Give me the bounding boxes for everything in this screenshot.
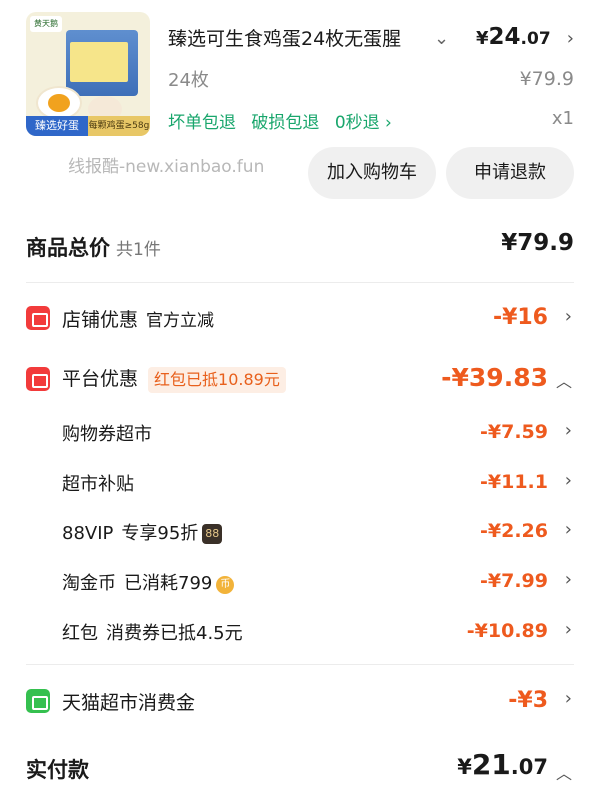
chevron-right-icon[interactable]: › [565,470,572,491]
thumb-tag-left: 臻选好蛋 [26,116,88,136]
goods-count: 共1件 [116,240,161,260]
chevron-right-icon[interactable]: › [565,519,572,540]
tmall-credit-amount[interactable]: -¥3 [508,688,548,713]
platform-discount-label: 平台优惠 红包已抵10.89元 [62,364,286,393]
watermark: 线报酷-new.xianbao.fun [68,157,265,177]
shop-discount-title: 店铺优惠 [62,309,139,331]
vip-88-icon: 88 [202,524,223,544]
price-decimal: .07 [520,29,551,49]
shopping-voucher-title: 购物券 [62,424,116,445]
supermarket-subsidy-title: 超市补贴 [62,474,134,495]
price-currency: ¥ [476,28,489,49]
red-packet-label: 红包 消费券已抵4.5元 [62,619,243,645]
chevron-up-icon[interactable]: ︿ [556,368,572,392]
paid-label: 实付款 [26,758,89,782]
chevron-right-icon[interactable]: › [565,306,572,327]
paid-decimal: .07 [510,755,548,779]
shop-discount-amount[interactable]: -¥16 [493,305,548,330]
chevron-right-icon[interactable]: › [565,569,572,590]
taobao-coin-amount[interactable]: -¥7.99 [480,570,548,592]
brand-logo: 黄天鹅 [30,16,62,32]
service-perks[interactable]: 坏单包退 破损包退 0秒退 › [168,108,402,133]
product-price: ¥24.07 [476,24,551,50]
chevron-down-icon[interactable]: ⌄ [434,28,449,49]
goods-total-title: 商品总价 [26,236,110,260]
original-price: ¥79.9 [519,68,574,90]
chevron-up-icon[interactable]: ︿ [556,760,572,784]
vip-discount-title: 88VIP [62,523,114,544]
shop-discount-label: 店铺优惠 官方立减 [62,305,214,332]
price-integer: 24 [488,24,521,50]
product-spec: 24枚 [168,70,209,91]
paid-amount: ¥21.07 [457,748,548,781]
perk-instant-refund: 0秒退 › [334,113,392,133]
perk-bad-item-refund: 坏单包退 [168,113,236,133]
egg-yolk-graphic [48,94,70,112]
vip-discount-note: 专享95折 [121,523,199,544]
supermarket-subsidy-amount[interactable]: -¥11.1 [480,471,548,493]
platform-discount-title: 平台优惠 [62,368,139,390]
chevron-right-icon[interactable]: › [565,619,572,640]
wallet-icon [26,689,50,713]
vip-discount-amount[interactable]: -¥2.26 [480,520,548,542]
paid-integer: 21 [471,748,511,781]
red-packet-note: 消费券已抵4.5元 [106,623,243,644]
supermarket-subsidy-label: 超市补贴 [62,470,134,496]
goods-total-label: 商品总价 共1件 [26,232,161,262]
taobao-coin-note: 已消耗799 [124,573,213,594]
red-packet-pill: 红包已抵10.89元 [148,367,286,393]
shopping-voucher-amount[interactable]: -¥7.59 [480,421,548,443]
tmall-credit-label: 天猫超市消费金 [62,692,196,714]
refund-button[interactable]: 申请退款 [446,147,574,199]
chevron-right-icon[interactable]: › [565,688,572,709]
shopping-voucher-label: 购物券超市 [62,420,152,446]
thumb-tag-right: 每颗鸡蛋≥58g [88,116,150,136]
vip-discount-label: 88VIP 专享95折 88 [62,519,223,545]
perk-damage-refund: 破损包退 [251,113,320,133]
divider [26,664,574,665]
egg-box-label-graphic [70,42,128,82]
coin-icon: 币 [216,576,235,594]
divider [26,282,574,283]
chevron-right-icon[interactable]: › [567,28,574,49]
coupon-icon [26,367,50,391]
product-thumbnail[interactable]: 黄天鹅 臻选好蛋 每颗鸡蛋≥58g [26,12,150,136]
red-packet-title: 红包 [62,623,98,644]
paid-currency: ¥ [457,755,472,779]
chevron-right-icon[interactable]: › [565,420,572,441]
shopping-voucher-note: 超市 [116,424,152,445]
product-title[interactable]: 臻选可生食鸡蛋24枚无蛋腥 [168,24,426,54]
quantity: x1 [551,108,574,129]
platform-discount-amount[interactable]: -¥39.83 [441,363,548,392]
taobao-coin-label: 淘金币 已消耗799 币 [62,569,235,595]
red-packet-amount[interactable]: -¥10.89 [467,620,548,642]
add-to-cart-button[interactable]: 加入购物车 [308,147,436,199]
goods-total-value: ¥79.9 [501,230,574,256]
shop-icon [26,306,50,330]
taobao-coin-title: 淘金币 [62,573,116,594]
shop-discount-note: 官方立减 [146,311,215,331]
